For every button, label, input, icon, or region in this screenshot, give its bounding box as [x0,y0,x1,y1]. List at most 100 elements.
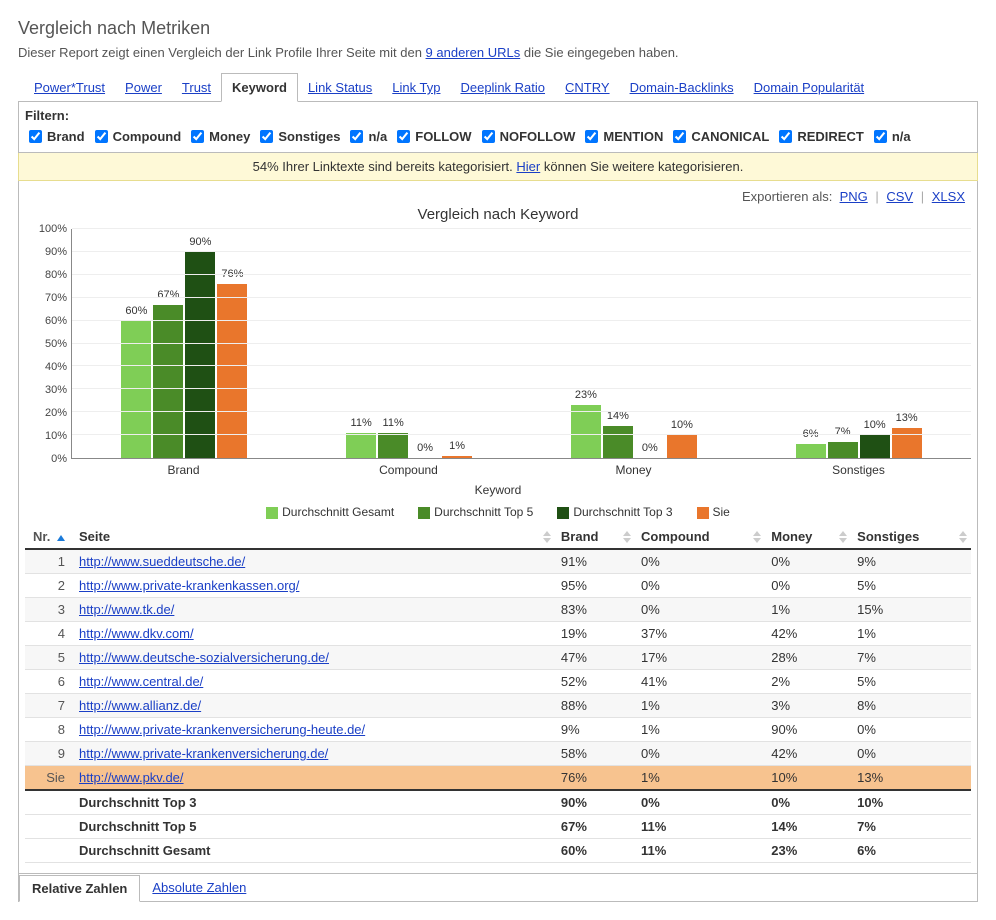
filter-checkbox[interactable] [260,130,273,143]
site-link[interactable]: http://www.allianz.de/ [79,698,201,713]
tab-deeplink-ratio[interactable]: Deeplink Ratio [450,74,555,101]
filter-checkbox[interactable] [29,130,42,143]
banner-link[interactable]: Hier [516,159,540,174]
export-csv[interactable]: CSV [886,189,913,204]
filter-label: Filtern: [25,108,69,123]
cell-seite: http://www.central.de/ [73,670,555,694]
filter-redirect[interactable]: REDIRECT [775,127,863,146]
tab-trust[interactable]: Trust [172,74,221,101]
col-compound[interactable]: Compound [635,525,765,549]
metric-tabs: Power*TrustPowerTrustKeywordLink StatusL… [18,72,978,102]
site-link[interactable]: http://www.private-krankenkassen.org/ [79,578,299,593]
cell-sonstiges: 0% [851,742,971,766]
col-brand[interactable]: Brand [555,525,635,549]
filter-checkbox[interactable] [191,130,204,143]
site-link[interactable]: http://www.private-krankenversicherung-h… [79,722,365,737]
tab-power-trust[interactable]: Power*Trust [24,74,115,101]
cell-compound: 0% [635,549,765,574]
other-urls-link[interactable]: 9 anderen URLs [426,45,521,60]
cell-nr: 7 [25,694,73,718]
cell-compound: 0% [635,790,765,815]
filter-canonical[interactable]: CANONICAL [669,127,769,146]
site-link[interactable]: http://www.pkv.de/ [79,770,184,785]
filter-brand[interactable]: Brand [25,127,85,146]
cell-sonstiges: 9% [851,549,971,574]
cell-seite: http://www.private-krankenversicherung.d… [73,742,555,766]
cell-sonstiges: 10% [851,790,971,815]
table-row: 4http://www.dkv.com/19%37%42%1% [25,622,971,646]
filter-sonstiges[interactable]: Sonstiges [256,127,340,146]
tab-link-status[interactable]: Link Status [298,74,382,101]
cell-nr: Sie [25,766,73,791]
bar: 10% [860,435,890,458]
cell-sonstiges: 7% [851,646,971,670]
filter-compound[interactable]: Compound [91,127,182,146]
filter-checkbox[interactable] [673,130,686,143]
tab-link-typ[interactable]: Link Typ [382,74,450,101]
table-footer-row: Durchschnitt Gesamt60%11%23%6% [25,839,971,863]
filter-checkbox[interactable] [874,130,887,143]
bottom-tab-absolute-zahlen[interactable]: Absolute Zahlen [140,875,258,900]
cell-brand: 83% [555,598,635,622]
filter-money[interactable]: Money [187,127,250,146]
filter-checkbox[interactable] [482,130,495,143]
export-png[interactable]: PNG [840,189,868,204]
site-link[interactable]: http://www.deutsche-sozialversicherung.d… [79,650,329,665]
legend-label: Durchschnitt Gesamt [282,505,394,519]
tab-domain-popularit-t[interactable]: Domain Popularität [744,74,875,101]
filter-checkbox[interactable] [350,130,363,143]
filter-checkbox[interactable] [779,130,792,143]
bar: 11% [378,433,408,458]
y-tick: 100% [39,223,67,235]
site-link[interactable]: http://www.dkv.com/ [79,626,194,641]
col-nr-label: Nr. [33,529,50,544]
bar-value-label: 11% [351,417,372,429]
bottom-tab-relative-zahlen[interactable]: Relative Zahlen [19,875,140,902]
legend-swatch [266,507,278,519]
col-money[interactable]: Money [765,525,851,549]
tab-keyword[interactable]: Keyword [221,73,298,102]
cell-sonstiges: 5% [851,670,971,694]
bar-group-compound: 11%11%0%1% [297,229,522,458]
cell-footer-label: Durchschnitt Top 3 [73,790,555,815]
sort-icon [753,531,761,543]
y-tick: 70% [45,292,67,304]
bar-group-sonstiges: 6%7%10%13% [746,229,971,458]
filter-nofollow[interactable]: NOFOLLOW [478,127,576,146]
cell-brand: 91% [555,549,635,574]
col-nr[interactable]: Nr. [25,525,73,549]
cell-sonstiges: 13% [851,766,971,791]
filter-n-a[interactable]: n/a [870,127,911,146]
bar-group-brand: 60%67%90%76% [72,229,297,458]
tab-power[interactable]: Power [115,74,172,101]
filter-label-text: Sonstiges [278,129,340,144]
legend-swatch [697,507,709,519]
tab-cntry[interactable]: CNTRY [555,74,620,101]
bar: 1% [442,456,472,458]
filter-checkbox[interactable] [95,130,108,143]
legend-item: Sie [697,505,730,519]
col-sonstiges[interactable]: Sonstiges [851,525,971,549]
tab-domain-backlinks[interactable]: Domain-Backlinks [620,74,744,101]
filter-mention[interactable]: MENTION [581,127,663,146]
banner-tail: können Sie weitere kategorisieren. [544,159,743,174]
cell-brand: 47% [555,646,635,670]
filter-n-a[interactable]: n/a [346,127,387,146]
chart-x-categories: BrandCompoundMoneySonstiges [71,463,971,477]
bar-value-label: 1% [449,440,465,452]
cell-sonstiges: 6% [851,839,971,863]
export-sep: | [875,189,878,204]
filter-label-text: n/a [892,129,911,144]
site-link[interactable]: http://www.sueddeutsche.de/ [79,554,245,569]
filter-checkbox[interactable] [585,130,598,143]
site-link[interactable]: http://www.tk.de/ [79,602,174,617]
cell-compound: 0% [635,574,765,598]
cell-sonstiges: 15% [851,598,971,622]
export-xlsx[interactable]: XLSX [932,189,965,204]
col-brand-label: Brand [561,529,599,544]
filter-checkbox[interactable] [397,130,410,143]
col-seite[interactable]: Seite [73,525,555,549]
site-link[interactable]: http://www.central.de/ [79,674,203,689]
filter-follow[interactable]: FOLLOW [393,127,471,146]
site-link[interactable]: http://www.private-krankenversicherung.d… [79,746,328,761]
